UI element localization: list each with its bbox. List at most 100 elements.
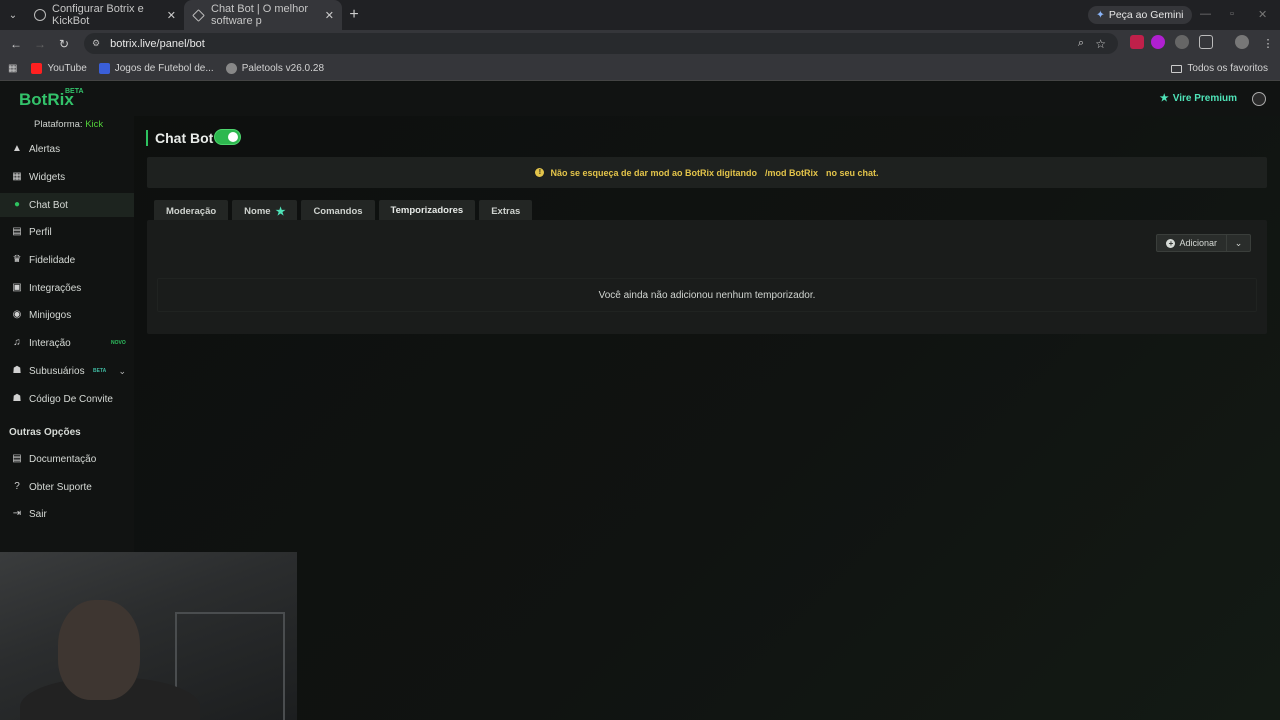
sidebar-item-label: Chat Bot: [29, 199, 68, 211]
tab-search-chevron-icon[interactable]: ⌄: [0, 0, 26, 30]
tab-label: Nome: [244, 205, 271, 217]
tab-comandos[interactable]: Comandos: [301, 200, 375, 222]
tab-close-icon[interactable]: ✕: [167, 9, 176, 22]
chevron-down-icon[interactable]: ⌄: [118, 366, 126, 377]
forward-icon[interactable]: →: [28, 37, 52, 51]
sidebar-item-perfil[interactable]: ▤ Perfil: [0, 220, 134, 244]
sidebar-item-integracoes[interactable]: ▣ Integrações: [0, 276, 134, 300]
top-navbar: BotRix BETA ★ Vire Premium: [0, 82, 1280, 116]
sidebar-item-label: Subusuários: [29, 365, 85, 377]
botrix-logo[interactable]: BotRix BETA: [19, 88, 84, 110]
sidebar-item-label: Sair: [29, 508, 47, 520]
sidebar-item-minijogos[interactable]: ◉ Minijogos: [0, 303, 134, 327]
tab-temporizadores[interactable]: Temporizadores: [378, 200, 476, 222]
plus-circle-icon: +: [1166, 238, 1176, 248]
address-toolbar: ← → ↻ ⚙ botrix.live/panel/bot ⌕ ☆ ⋮: [0, 30, 1280, 57]
extensions-puzzle-icon[interactable]: [1199, 35, 1213, 49]
webcam-overlay: [0, 552, 297, 720]
users-icon: ☗: [12, 365, 22, 376]
premium-label: Vire Premium: [1172, 93, 1237, 104]
sidebar-item-sair[interactable]: ⇥ Sair: [0, 502, 134, 526]
page-title: Chat Bot: [146, 130, 213, 146]
mod-notice-banner: ! Não se esqueça de dar mod ao BotRix di…: [147, 157, 1267, 188]
document-icon: ▤: [12, 453, 22, 464]
new-badge: NOVO: [111, 340, 126, 346]
sidebar-item-subusuarios[interactable]: ☗ Subusuários BETA ⌄: [0, 359, 134, 383]
all-bookmarks[interactable]: Todos os favoritos: [1171, 63, 1268, 74]
bookmarks-bar: ▦ YouTube Jogos de Futebol de... Paletoo…: [0, 57, 1280, 81]
add-dropdown-button[interactable]: ⌄: [1227, 234, 1251, 252]
add-label: Adicionar: [1179, 238, 1217, 248]
user-plus-icon: ☗: [12, 393, 22, 404]
app-root: BotRix BETA ★ Vire Premium Plataforma: K…: [0, 82, 1280, 720]
tab-label: Moderação: [166, 205, 217, 217]
minimize-icon[interactable]: —: [1200, 8, 1211, 20]
back-icon[interactable]: ←: [4, 37, 28, 51]
premium-link[interactable]: ★ Vire Premium: [1160, 93, 1237, 104]
sidebar-item-interacao[interactable]: ♫ Interação NOVO: [0, 331, 134, 355]
grid-icon: ▦: [12, 171, 22, 182]
tab-nome[interactable]: Nome ★: [232, 200, 298, 222]
sidebar-item-obter-suporte[interactable]: ? Obter Suporte: [0, 475, 134, 499]
empty-state: Você ainda não adicionou nenhum temporiz…: [157, 278, 1257, 312]
zoom-icon[interactable]: ⌕: [1078, 37, 1084, 50]
notice-command: /mod BotRix: [765, 167, 819, 178]
url-bar[interactable]: ⚙ botrix.live/panel/bot ⌕ ☆: [84, 33, 1118, 54]
platform-value: Kick: [85, 119, 104, 130]
profile-avatar-icon[interactable]: [1235, 35, 1249, 49]
jogos-icon: [98, 63, 110, 74]
tab-close-icon[interactable]: ✕: [325, 9, 334, 22]
bookmark-label: Paletools v26.0.28: [241, 63, 324, 74]
download-extension-icon[interactable]: [1151, 35, 1165, 49]
apps-grid-icon[interactable]: ▦: [8, 63, 17, 74]
user-avatar[interactable]: [1252, 92, 1266, 106]
sidebar-item-alertas[interactable]: ▲ Alertas: [0, 137, 134, 161]
site-info-icon[interactable]: ⚙: [92, 38, 100, 49]
beta-badge: BETA: [93, 368, 107, 374]
sidebar-item-label: Código De Convite: [29, 393, 113, 405]
browser-tab[interactable]: Configurar Botrix e KickBot ✕: [26, 0, 184, 30]
paletools-icon: [225, 63, 237, 74]
sidebar-item-widgets[interactable]: ▦ Widgets: [0, 165, 134, 189]
warning-icon: ▲: [12, 143, 22, 154]
media-extension-icon[interactable]: [1175, 35, 1189, 49]
sidebar-item-label: Widgets: [29, 171, 66, 183]
new-tab-button[interactable]: +: [342, 6, 366, 24]
sidebar-item-fidelidade[interactable]: ♛ Fidelidade: [0, 248, 134, 272]
notice-text: Não se esqueça de dar mod ao BotRix digi…: [550, 167, 758, 178]
exit-icon: ⇥: [12, 508, 22, 519]
maximize-icon[interactable]: ▫: [1230, 8, 1234, 20]
gemini-button[interactable]: ✦ Peça ao Gemini: [1088, 6, 1192, 24]
tab-title: Chat Bot | O melhor software p: [211, 3, 309, 27]
star-icon: ★: [1159, 93, 1169, 104]
sidebar-item-label: Alertas: [29, 143, 61, 155]
sidebar-item-label: Integrações: [29, 282, 82, 294]
bookmark-paletools[interactable]: Paletools v26.0.28: [225, 63, 324, 74]
bookmark-jogos[interactable]: Jogos de Futebol de...: [98, 63, 214, 74]
extension-icon[interactable]: [1130, 35, 1144, 49]
reload-icon[interactable]: ↻: [52, 37, 76, 51]
browser-tab-active[interactable]: Chat Bot | O melhor software p ✕: [184, 0, 342, 30]
empty-message: Você ainda não adicionou nenhum temporiz…: [598, 289, 816, 301]
sidebar-item-codigo-de-convite[interactable]: ☗ Código De Convite: [0, 387, 134, 411]
tab-title: Configurar Botrix e KickBot: [52, 3, 144, 27]
timers-panel: + Adicionar ⌄ Você ainda não adicionou n…: [147, 220, 1267, 334]
gemini-label: Peça ao Gemini: [1108, 9, 1184, 21]
browser-tab-bar: ⌄ Configurar Botrix e KickBot ✕ Chat Bot…: [0, 0, 1280, 30]
sidebar-item-label: Fidelidade: [29, 254, 76, 266]
notice-text-end: no seu chat.: [826, 167, 879, 178]
bookmark-star-icon[interactable]: ☆: [1095, 37, 1106, 51]
browser-menu-icon[interactable]: ⋮: [1256, 37, 1280, 50]
robot-icon: ●: [13, 199, 21, 210]
sidebar-item-documentacao[interactable]: ▤ Documentação: [0, 447, 134, 471]
bookmark-youtube[interactable]: YouTube: [31, 63, 87, 74]
platform-label: Plataforma:: [34, 119, 83, 130]
platform-info: Plataforma: Kick: [34, 119, 103, 130]
add-timer-button[interactable]: + Adicionar: [1156, 234, 1227, 252]
tab-moderacao[interactable]: Moderação: [154, 200, 229, 222]
help-icon: ?: [14, 481, 20, 492]
chat-bot-toggle[interactable]: [214, 129, 241, 145]
tab-extras[interactable]: Extras: [479, 200, 533, 222]
sidebar-item-chat-bot[interactable]: ● Chat Bot: [0, 193, 134, 217]
close-window-icon[interactable]: ✕: [1258, 8, 1267, 21]
